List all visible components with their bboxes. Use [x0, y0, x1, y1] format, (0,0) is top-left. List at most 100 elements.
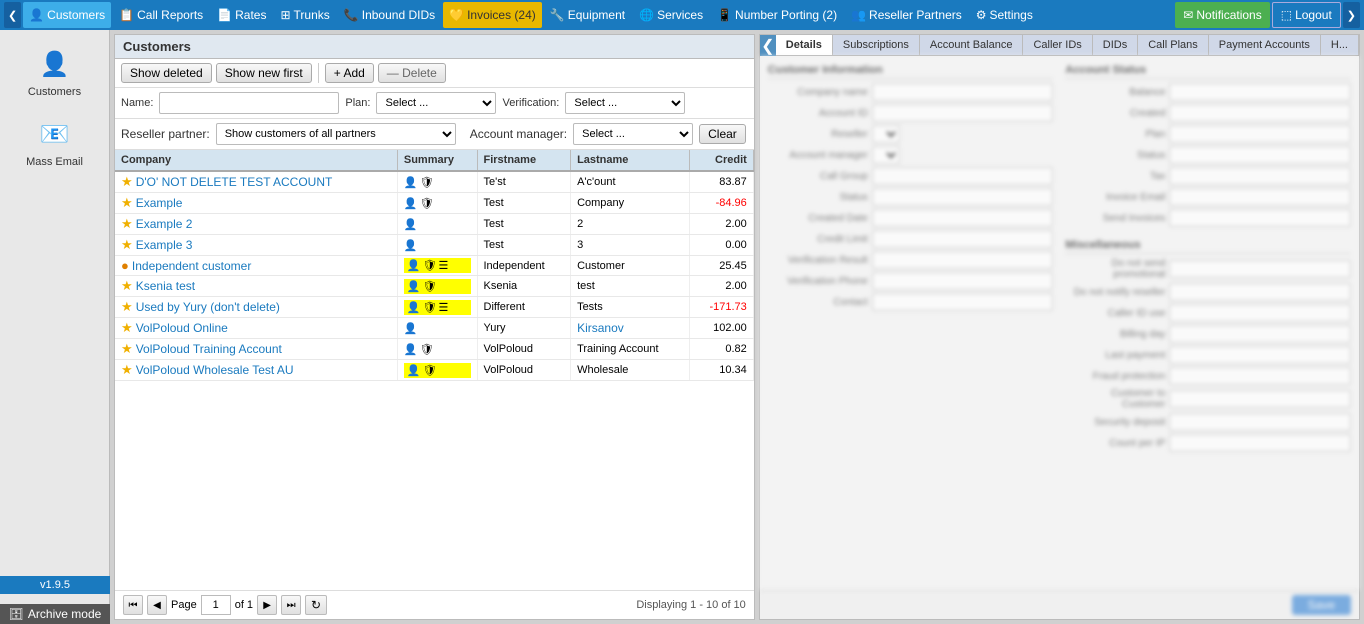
nav-customers[interactable]: 👤 Customers: [23, 2, 111, 28]
do-not-send-input[interactable]: [1169, 260, 1351, 278]
sidebar-item-customers[interactable]: 👤 Customers: [10, 38, 100, 104]
nav-services[interactable]: 🌐 Services: [633, 2, 709, 28]
company-link[interactable]: VolPoloud Online: [136, 321, 228, 335]
archive-mode-button[interactable]: 🗄 Archive mode: [0, 604, 110, 624]
company-link[interactable]: VolPoloud Wholesale Test AU: [136, 363, 294, 377]
invoice-email-input[interactable]: [1169, 188, 1351, 206]
balance-input[interactable]: [1169, 83, 1351, 101]
company-link[interactable]: Used by Yury (don't delete): [136, 300, 280, 314]
reseller-filter-select[interactable]: Show customers of all partners: [216, 123, 456, 145]
nav-chevron-left[interactable]: ❮: [4, 2, 21, 28]
company-cell[interactable]: ● Independent customer: [115, 256, 397, 276]
nav-call-reports[interactable]: 📋 Call Reports: [113, 2, 209, 28]
show-deleted-button[interactable]: Show deleted: [121, 63, 212, 83]
created-date-input[interactable]: [872, 209, 1054, 227]
company-cell[interactable]: ★ Example 2: [115, 214, 397, 235]
clear-filter-button[interactable]: Clear: [699, 124, 746, 144]
company-link[interactable]: Ksenia test: [136, 279, 195, 293]
next-page-button[interactable]: ▶: [257, 595, 277, 615]
delete-button[interactable]: — Delete: [378, 63, 446, 83]
notifications-button[interactable]: ✉ Notifications: [1175, 2, 1269, 28]
table-row[interactable]: ★ VolPoloud Online👤YuryKirsanov102.00: [115, 318, 753, 339]
add-button[interactable]: + Add: [325, 63, 374, 83]
fraud-protection-input[interactable]: [1169, 367, 1351, 385]
cust-to-cust-input[interactable]: [1169, 390, 1351, 408]
last-payment-input[interactable]: [1169, 346, 1351, 364]
tab-caller-ids[interactable]: Caller IDs: [1023, 35, 1092, 55]
company-cell[interactable]: ★ Ksenia test: [115, 276, 397, 297]
tab-more[interactable]: H...: [1321, 35, 1359, 55]
table-row[interactable]: ★ Example👤🛡TestCompany-84.96: [115, 193, 753, 214]
account-manager-select[interactable]: [872, 146, 900, 164]
company-cell[interactable]: ★ Used by Yury (don't delete): [115, 297, 397, 318]
nav-rates[interactable]: 📄 Rates: [211, 2, 272, 28]
company-link[interactable]: Example 3: [136, 238, 193, 252]
nav-chevron-right[interactable]: ❯: [1343, 2, 1360, 28]
call-group-input[interactable]: [872, 167, 1054, 185]
verification-filter-select[interactable]: Select ...: [565, 92, 685, 114]
company-link[interactable]: VolPoloud Training Account: [136, 342, 282, 356]
account-id-input[interactable]: [872, 104, 1054, 122]
refresh-button[interactable]: ↻: [305, 595, 327, 615]
verification-phone-input[interactable]: [872, 272, 1054, 290]
save-button[interactable]: Save: [1292, 595, 1351, 615]
lastname-link[interactable]: Kirsanov: [577, 321, 624, 335]
col-lastname[interactable]: Lastname: [571, 150, 690, 171]
verification-result-input[interactable]: [872, 251, 1054, 269]
count-per-ip-input[interactable]: [1169, 434, 1351, 452]
last-page-button[interactable]: ⏭: [281, 595, 301, 615]
plan-input[interactable]: [1169, 125, 1351, 143]
col-summary[interactable]: Summary: [397, 150, 477, 171]
company-cell[interactable]: ★ Example 3: [115, 235, 397, 256]
contact-input[interactable]: [872, 293, 1054, 311]
reseller-select[interactable]: [872, 125, 900, 143]
show-new-first-button[interactable]: Show new first: [216, 63, 312, 83]
do-not-notify-input[interactable]: [1169, 283, 1351, 301]
table-row[interactable]: ★ Example 3👤Test30.00: [115, 235, 753, 256]
logout-button[interactable]: ⬚ Logout: [1272, 2, 1341, 28]
page-number-input[interactable]: [201, 595, 231, 615]
company-cell[interactable]: ★ VolPoloud Online: [115, 318, 397, 339]
security-deposit-input[interactable]: [1169, 413, 1351, 431]
tax-input[interactable]: [1169, 167, 1351, 185]
nav-trunks[interactable]: ⊞ Trunks: [274, 2, 335, 28]
plan-filter-select[interactable]: Select ...: [376, 92, 496, 114]
nav-inbound-dids[interactable]: 📞 Inbound DIDs: [338, 2, 441, 28]
company-link[interactable]: Independent customer: [132, 259, 251, 273]
send-invoices-input[interactable]: [1169, 209, 1351, 227]
acc-status-input[interactable]: [1169, 146, 1351, 164]
table-row[interactable]: ★ Example 2👤Test22.00: [115, 214, 753, 235]
nav-reseller-partners[interactable]: 👥 Reseller Partners: [845, 2, 968, 28]
table-row[interactable]: ★ VolPoloud Training Account👤🛡VolPoloudT…: [115, 339, 753, 360]
table-row[interactable]: ★ Ksenia test👤🛡Kseniatest2.00: [115, 276, 753, 297]
company-link[interactable]: D'O' NOT DELETE TEST ACCOUNT: [136, 175, 333, 189]
company-cell[interactable]: ★ VolPoloud Wholesale Test AU: [115, 360, 397, 381]
col-firstname[interactable]: Firstname: [477, 150, 571, 171]
tab-call-plans[interactable]: Call Plans: [1138, 35, 1209, 55]
nav-settings[interactable]: ⚙ Settings: [970, 2, 1039, 28]
credit-limit-input[interactable]: [872, 230, 1054, 248]
tab-payment-accounts[interactable]: Payment Accounts: [1209, 35, 1321, 55]
name-filter-input[interactable]: [159, 92, 339, 114]
nav-equipment[interactable]: 🔧 Equipment: [544, 2, 631, 28]
caller-id-use-input[interactable]: [1169, 304, 1351, 322]
tab-details[interactable]: Details: [776, 35, 833, 55]
sidebar-item-mass-email[interactable]: 📧 Mass Email: [10, 108, 100, 174]
status-input[interactable]: [872, 188, 1054, 206]
first-page-button[interactable]: ⏮: [123, 595, 143, 615]
table-row[interactable]: ● Independent customer👤🛡☰IndependentCust…: [115, 256, 753, 276]
nav-number-porting[interactable]: 📱 Number Porting (2): [711, 2, 843, 28]
table-row[interactable]: ★ D'O' NOT DELETE TEST ACCOUNT👤🛡Te'stA'c…: [115, 171, 753, 193]
company-link[interactable]: Example: [136, 196, 183, 210]
nav-invoices[interactable]: 💛 Invoices (24): [443, 2, 542, 28]
company-cell[interactable]: ★ VolPoloud Training Account: [115, 339, 397, 360]
col-credit[interactable]: Credit: [690, 150, 754, 171]
company-link[interactable]: Example 2: [136, 217, 193, 231]
acc-created-input[interactable]: [1169, 104, 1351, 122]
company-cell[interactable]: ★ Example: [115, 193, 397, 214]
company-cell[interactable]: ★ D'O' NOT DELETE TEST ACCOUNT: [115, 171, 397, 193]
table-row[interactable]: ★ Used by Yury (don't delete)👤🛡☰Differen…: [115, 297, 753, 318]
company-name-input[interactable]: [872, 83, 1054, 101]
billing-day-input[interactable]: [1169, 325, 1351, 343]
tab-dids[interactable]: DIDs: [1093, 35, 1138, 55]
